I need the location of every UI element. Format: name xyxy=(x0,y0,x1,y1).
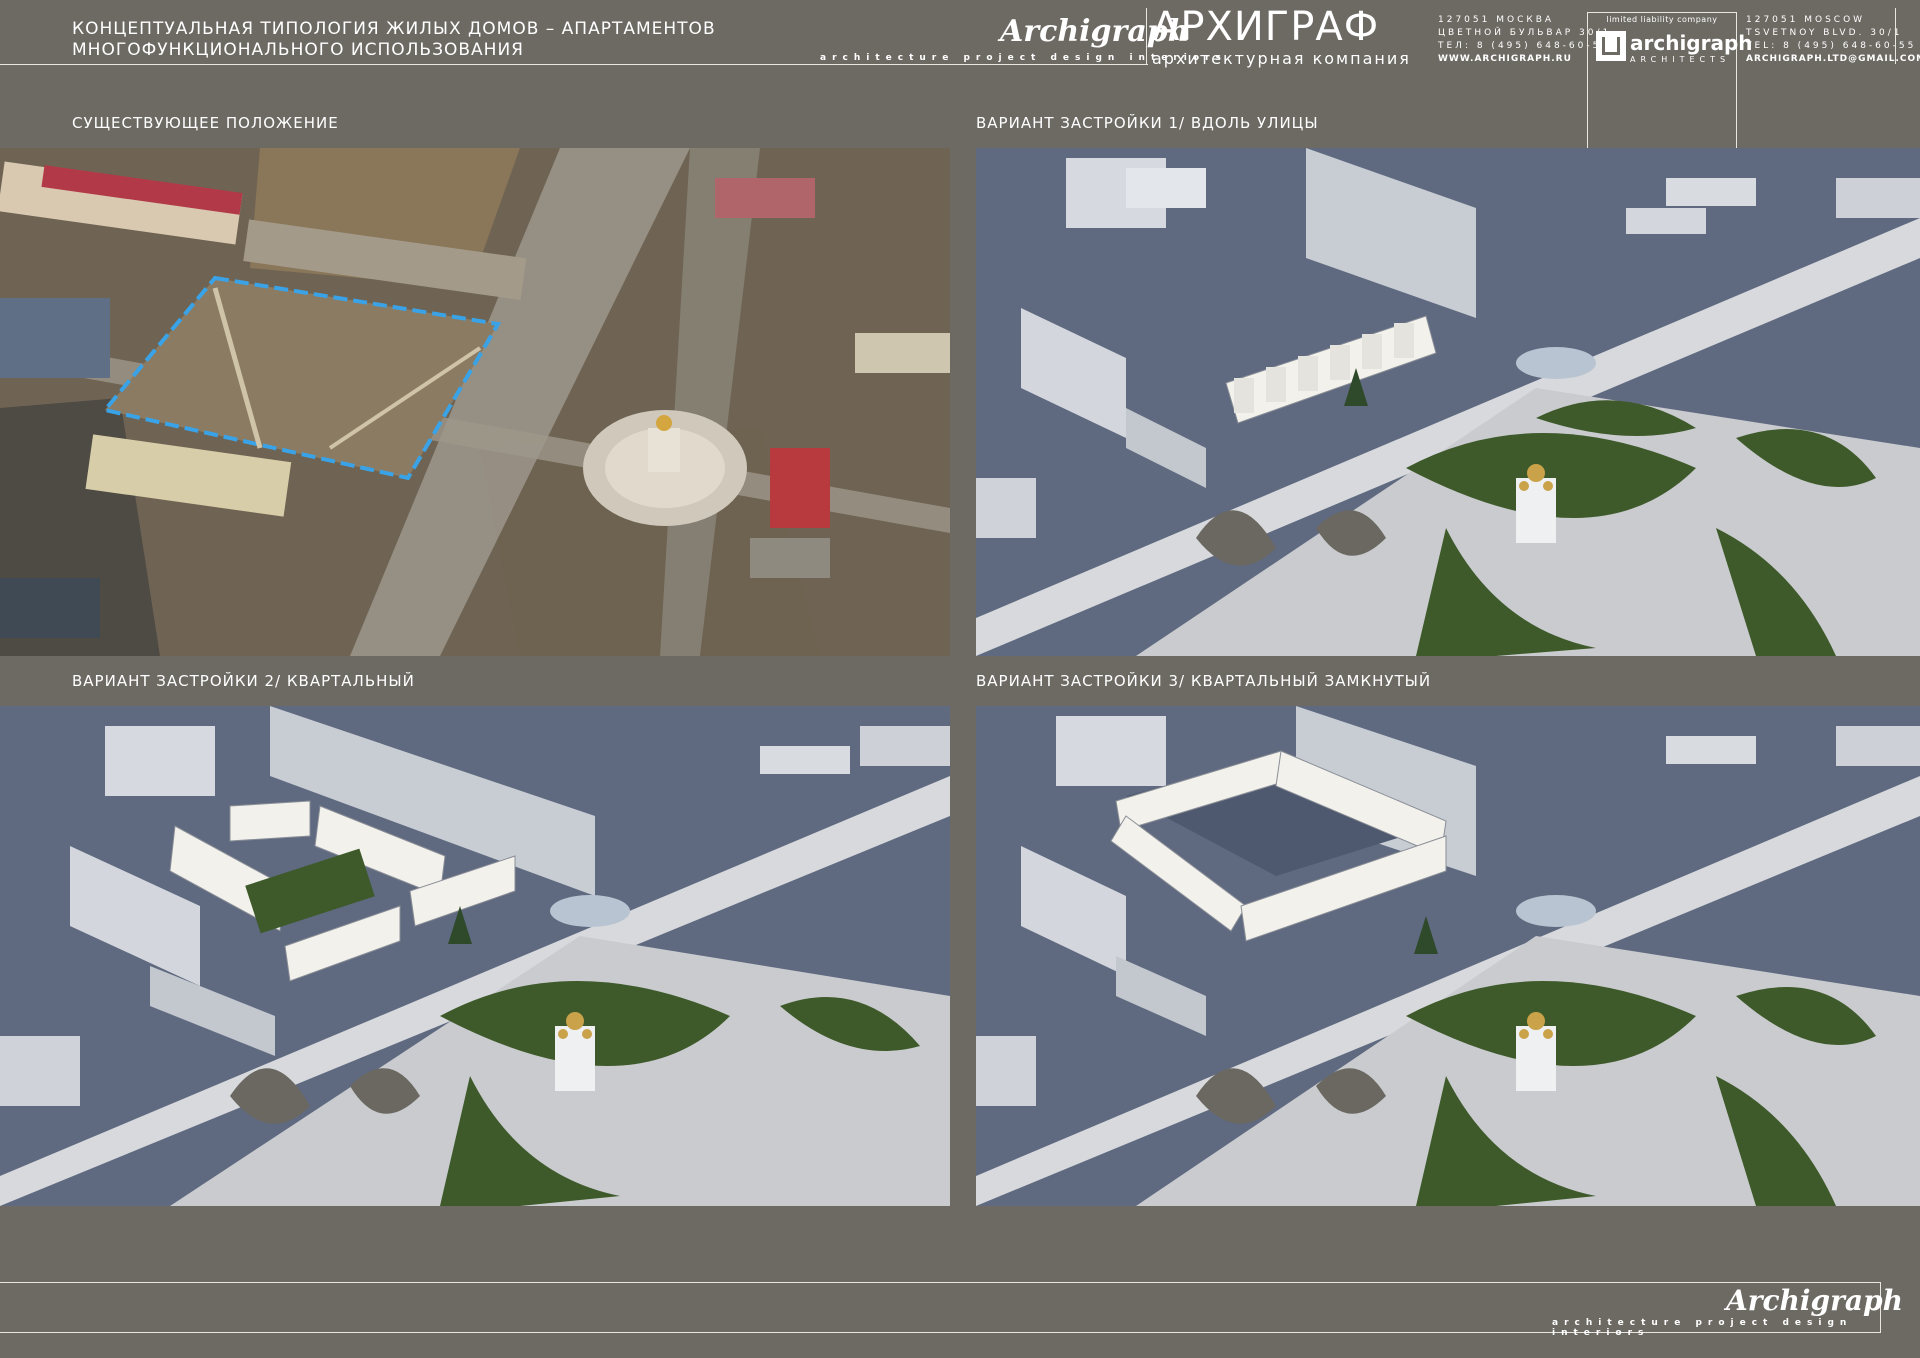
website-link[interactable]: WWW.ARCHIGRAPH.RU xyxy=(1438,54,1572,64)
logo-llc-text: limited liability company xyxy=(1606,15,1718,24)
header-right-divider xyxy=(1895,8,1896,64)
render-variant-3 xyxy=(976,706,1920,1206)
caption-variant-2: ВАРИАНТ ЗАСТРОЙКИ 2/ КВАРТАЛЬНЫЙ xyxy=(72,672,415,690)
render-variant-2 xyxy=(0,706,950,1206)
en-address-line: 127051 MOSCOW xyxy=(1746,15,1866,25)
page-title-line1: КОНЦЕПТУАЛЬНАЯ ТИПОЛОГИЯ ЖИЛЫХ ДОМОВ – А… xyxy=(72,19,716,39)
en-address-line: TSVETNOY BLVD. 30/1 xyxy=(1746,28,1903,38)
en-address: 127051 MOSCOW TSVETNOY BLVD. 30/1 TEL: 8… xyxy=(1746,14,1920,66)
header-rule xyxy=(0,64,1148,65)
brand-subtitle: архитектурная компания xyxy=(1152,49,1411,68)
archigraph-logo-box: limited liability company archigraph ARC… xyxy=(1587,12,1753,162)
caption-variant-1: ВАРИАНТ ЗАСТРОЙКИ 1/ ВДОЛЬ УЛИЦЫ xyxy=(976,114,1319,132)
caption-variant-3: ВАРИАНТ ЗАСТРОЙКИ 3/ КВАРТАЛЬНЫЙ ЗАМКНУТ… xyxy=(976,672,1432,690)
footer-tagline: architecture project design interiors xyxy=(1552,1318,1853,1338)
archigraph-mark-icon xyxy=(1596,31,1626,61)
ru-address-line: ТЕЛ: 8 (495) 648-60-55 xyxy=(1438,41,1611,51)
logo-sub: ARCHITECTS xyxy=(1630,55,1731,64)
footer-rule-top xyxy=(0,1282,1880,1283)
header: КОНЦЕПТУАЛЬНАЯ ТИПОЛОГИЯ ЖИЛЫХ ДОМОВ – А… xyxy=(0,0,1920,162)
footer-script-logo: Archigraph xyxy=(1726,1284,1903,1317)
brand-name: АРХИГРАФ xyxy=(1152,4,1380,50)
ru-address-line: ЦВЕТНОЙ БУЛЬВАР 30/1 xyxy=(1438,28,1612,38)
caption-existing: СУЩЕСТВУЮЩЕЕ ПОЛОЖЕНИЕ xyxy=(72,114,339,132)
ru-address-line: 127051 МОСКВА xyxy=(1438,15,1555,25)
header-divider xyxy=(1146,8,1147,64)
page-title-line2: МНОГОФУНКЦИОНАЛЬНОГО ИСПОЛЬЗОВАНИЯ xyxy=(72,40,524,60)
render-variant-1 xyxy=(976,148,1920,656)
en-address-line: TEL: 8 (495) 648-60-55 xyxy=(1746,41,1917,51)
aerial-photo-existing xyxy=(0,148,950,656)
logo-name: archigraph xyxy=(1630,31,1753,55)
ru-address: 127051 МОСКВА ЦВЕТНОЙ БУЛЬВАР 30/1 ТЕЛ: … xyxy=(1438,14,1611,66)
email-link[interactable]: ARCHIGRAPH.LTD@GMAIL.COM xyxy=(1746,54,1920,64)
